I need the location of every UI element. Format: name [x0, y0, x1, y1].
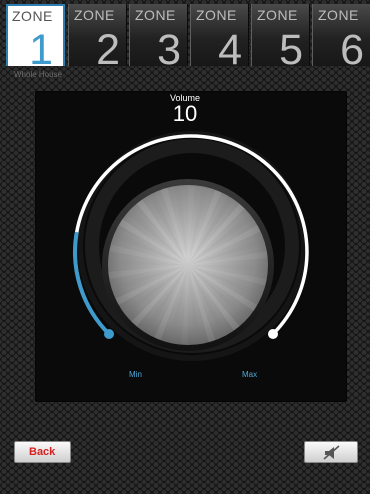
back-button[interactable]: Back [14, 441, 71, 463]
max-marker [268, 329, 278, 339]
volume-dial[interactable] [0, 0, 370, 494]
min-label: Min [129, 370, 142, 379]
max-label: Max [242, 370, 258, 379]
knob-sheen [108, 185, 268, 345]
min-marker [104, 329, 114, 339]
mute-button[interactable] [304, 441, 358, 463]
speaker-muted-icon [323, 445, 340, 460]
